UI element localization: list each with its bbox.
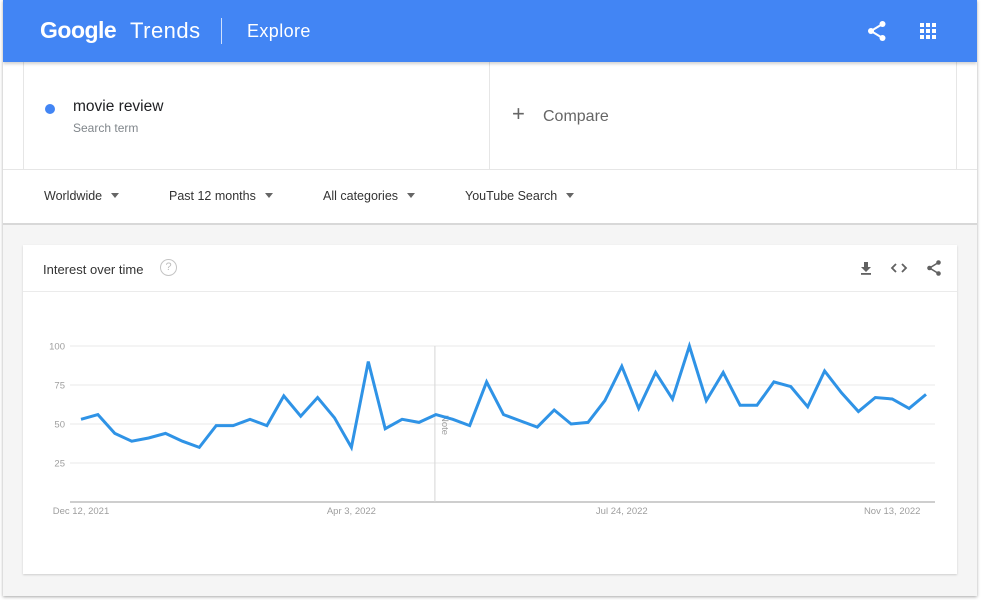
dropdown-arrow-icon <box>407 193 416 198</box>
trends-logo-text[interactable]: Trends <box>130 18 201 44</box>
dropdown-arrow-icon <box>111 193 120 198</box>
location-dropdown[interactable]: Worldwide <box>44 189 120 203</box>
compare-label: Compare <box>543 108 609 125</box>
category-dropdown[interactable]: All categories <box>323 189 416 203</box>
search-term-type: Search term <box>73 121 139 135</box>
term-color-dot <box>45 104 55 114</box>
y-tick-label: 50 <box>54 420 65 431</box>
trends-explore-page: Google Trends Explore movie review Searc… <box>3 0 977 596</box>
dropdown-arrow-icon <box>264 193 273 198</box>
search-term-name[interactable]: movie review <box>73 98 163 116</box>
y-tick-label: 100 <box>49 342 65 353</box>
top-app-bar: Google Trends Explore <box>3 0 977 62</box>
x-tick-label: Nov 13, 2022 <box>864 506 921 517</box>
x-tick-label: Dec 12, 2021 <box>53 506 110 517</box>
plus-icon: + <box>512 101 525 126</box>
page-title: Explore <box>247 21 311 41</box>
interest-line-chart: 255075100NoteDec 12, 2021 Apr 3, 2022 Jul … <box>49 340 935 517</box>
series-line <box>80 340 927 452</box>
compare-button[interactable]: + Compare <box>490 62 957 170</box>
share-icon[interactable] <box>865 19 889 43</box>
filter-bar: Worldwide Past 12 months All categories … <box>3 170 977 225</box>
time-range-dropdown[interactable]: Past 12 months <box>169 189 273 203</box>
search-term-card[interactable]: movie review Search term <box>23 62 490 170</box>
google-logo[interactable]: Google <box>40 17 117 44</box>
dropdown-arrow-icon <box>566 193 575 198</box>
location-value: Worldwide <box>44 189 103 203</box>
search-terms-panel: movie review Search term + Compare <box>3 62 977 170</box>
category-value: All categories <box>323 189 399 203</box>
time-range-value: Past 12 months <box>169 189 256 203</box>
header-divider <box>221 18 222 44</box>
apps-grid-icon[interactable] <box>916 19 940 43</box>
search-type-dropdown[interactable]: YouTube Search <box>465 189 575 203</box>
x-tick-label: Apr 3, 2022 <box>327 506 376 517</box>
search-type-value: YouTube Search <box>465 189 558 203</box>
y-tick-label: 75 <box>54 381 65 392</box>
x-tick-label: Jul 24, 2022 <box>596 506 648 517</box>
y-tick-label: 25 <box>54 459 65 470</box>
interest-over-time-card: Interest over time ? 25 50 75 100 Note D… <box>23 245 957 574</box>
